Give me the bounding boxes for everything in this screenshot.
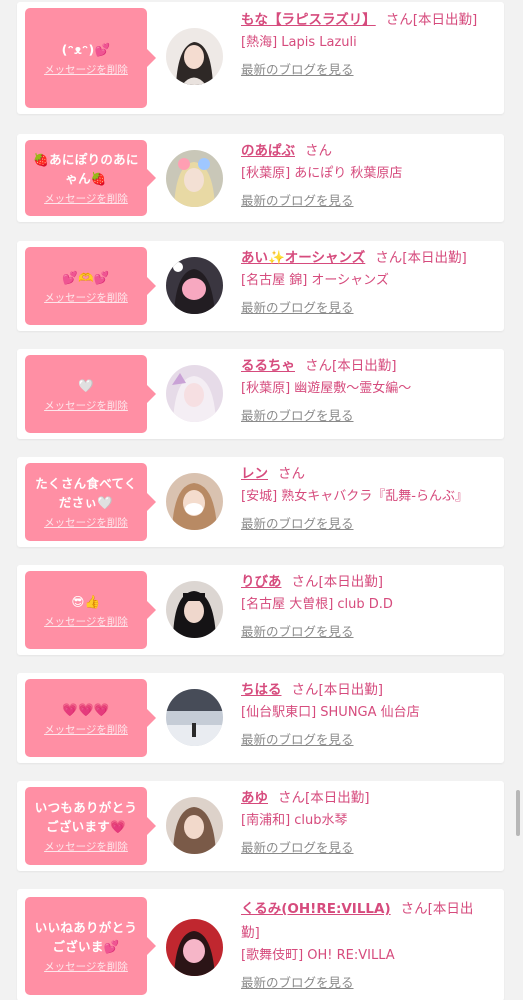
latest-blog-link[interactable]: 最新のブログを見る	[241, 838, 354, 858]
latest-blog-link[interactable]: 最新のブログを見る	[241, 191, 354, 211]
message-bubble: 🤍 メッセージを削除	[25, 355, 156, 433]
message-bubble: 💕🫶💕 メッセージを削除	[25, 247, 156, 325]
list-item: 💕🫶💕 メッセージを削除 あい✨オーシャンズ さん[本日出勤] [名古屋 錦] オ…	[17, 241, 504, 331]
avatar[interactable]	[166, 797, 223, 854]
avatar[interactable]	[166, 919, 223, 976]
delete-message-link[interactable]: メッセージを削除	[44, 515, 128, 530]
latest-blog-link[interactable]: 最新のブログを見る	[241, 298, 354, 318]
message-text: たくさん食べてくださぃ🤍	[35, 476, 137, 510]
list-item: いつもありがとうございます💗 メッセージを削除 あゆ さん[本日出勤] [南浦和]…	[17, 781, 504, 871]
cast-info: りびあ さん[本日出勤] [名古屋 大曽根] club D.D 最新のブログを見る	[241, 570, 491, 642]
cast-info: レン さん [安城] 熟女キャバクラ『乱舞-らんぶ』 最新のブログを見る	[241, 462, 491, 534]
cast-name-link[interactable]: レン	[241, 466, 268, 482]
shop-info: [安城] 熟女キャバクラ『乱舞-らんぶ』	[241, 489, 468, 504]
delete-message-link[interactable]: メッセージを削除	[44, 614, 128, 629]
cast-name-link[interactable]: るるちゃ	[241, 358, 295, 374]
cast-info: あい✨オーシャンズ さん[本日出勤] [名古屋 錦] オーシャンズ 最新のブログを…	[241, 246, 491, 318]
cast-info: のあぱぶ さん [秋葉原] あにぽり 秋葉原店 最新のブログを見る	[241, 139, 491, 211]
list-item: たくさん食べてくださぃ🤍 メッセージを削除 レン さん [安城] 熟女キャバクラ『…	[17, 457, 504, 547]
shop-info: [南浦和] club水琴	[241, 813, 348, 828]
shop-info: [歌舞伎町] OH! RE:VILLA	[241, 948, 395, 963]
cast-info: もな【ラピスラズリ】 さん[本日出勤] [熱海] Lapis Lazuli 最新の…	[241, 8, 491, 80]
message-text: いつもありがとうございます💗	[34, 800, 138, 834]
list-item: いいねありがとうございま💕 メッセージを削除 くるみ(OH!RE:VILLA) さ…	[17, 889, 504, 1000]
message-bubble: 🍓あにぽりのあにゃん🍓 メッセージを削除	[25, 140, 156, 216]
message-text: 💕🫶💕	[62, 269, 110, 285]
shop-info: [秋葉原] あにぽり 秋葉原店	[241, 166, 403, 181]
cast-info: るるちゃ さん[本日出勤] [秋葉原] 幽遊屋敷〜霊女編〜 最新のブログを見る	[241, 354, 491, 426]
shop-info: [秋葉原] 幽遊屋敷〜霊女編〜	[241, 381, 412, 396]
shop-info: [名古屋 錦] オーシャンズ	[241, 273, 389, 288]
cast-name-link[interactable]: もな【ラピスラズリ】	[241, 12, 376, 28]
cast-info: くるみ(OH!RE:VILLA) さん[本日出勤] [歌舞伎町] OH! RE:V…	[241, 897, 491, 993]
message-bubble: (ᵔᴥᵔ)💕 メッセージを削除	[25, 8, 156, 108]
delete-message-link[interactable]: メッセージを削除	[44, 398, 128, 413]
list-item: 🍓あにぽりのあにゃん🍓 メッセージを削除 のあぱぶ さん [秋葉原] あにぽり 秋…	[17, 134, 504, 222]
avatar[interactable]	[166, 473, 223, 530]
scrollbar[interactable]	[516, 790, 520, 836]
latest-blog-link[interactable]: 最新のブログを見る	[241, 622, 354, 642]
shop-info: [名古屋 大曽根] club D.D	[241, 597, 393, 612]
delete-message-link[interactable]: メッセージを削除	[44, 290, 128, 305]
message-text: 🤍	[78, 377, 94, 393]
message-bubble: たくさん食べてくださぃ🤍 メッセージを削除	[25, 463, 156, 541]
message-bubble: いつもありがとうございます💗 メッセージを削除	[25, 787, 156, 865]
cast-suffix: さん[本日出勤]	[278, 790, 370, 806]
delete-message-link[interactable]: メッセージを削除	[44, 62, 128, 77]
cast-suffix: さん[本日出勤]	[385, 12, 478, 28]
list-item: 💗💗💗 メッセージを削除 ちはる さん[本日出勤] [仙台駅東口] SHUNGA …	[17, 673, 504, 763]
message-bubble: 💗💗💗 メッセージを削除	[25, 679, 156, 757]
message-text: 💗💗💗	[62, 701, 110, 717]
latest-blog-link[interactable]: 最新のブログを見る	[241, 60, 354, 80]
cast-suffix: さん	[278, 466, 305, 482]
delete-message-link[interactable]: メッセージを削除	[44, 959, 128, 974]
message-text: いいねありがとうございま💕	[34, 920, 138, 954]
cast-name-link[interactable]: あい✨オーシャンズ	[241, 250, 365, 266]
cast-info: ちはる さん[本日出勤] [仙台駅東口] SHUNGA 仙台店 最新のブログを見る	[241, 678, 491, 750]
cast-name-link[interactable]: りびあ	[241, 574, 282, 590]
cast-name-link[interactable]: くるみ(OH!RE:VILLA)	[241, 901, 391, 917]
latest-blog-link[interactable]: 最新のブログを見る	[241, 730, 354, 750]
delete-message-link[interactable]: メッセージを削除	[44, 191, 128, 206]
cast-name-link[interactable]: あゆ	[241, 790, 268, 806]
latest-blog-link[interactable]: 最新のブログを見る	[241, 406, 354, 426]
message-bubble: 😎👍 メッセージを削除	[25, 571, 156, 649]
avatar[interactable]	[166, 365, 223, 422]
cast-name-link[interactable]: ちはる	[241, 682, 282, 698]
avatar[interactable]	[166, 581, 223, 638]
avatar[interactable]	[166, 150, 223, 207]
cast-name-link[interactable]: のあぱぶ	[241, 143, 295, 159]
message-bubble: いいねありがとうございま💕 メッセージを削除	[25, 897, 156, 995]
avatar[interactable]	[166, 689, 223, 746]
latest-blog-link[interactable]: 最新のブログを見る	[241, 973, 354, 993]
avatar[interactable]	[166, 28, 223, 85]
list-item: (ᵔᴥᵔ)💕 メッセージを削除 もな【ラピスラズリ】 さん[本日出勤] [熱海] …	[17, 2, 504, 114]
cast-suffix: さん[本日出勤]	[291, 682, 384, 698]
list-item: 😎👍 メッセージを削除 りびあ さん[本日出勤] [名古屋 大曽根] club D…	[17, 565, 504, 655]
cast-suffix: さん[本日出勤]	[291, 574, 384, 590]
message-text: 🍓あにぽりのあにゃん🍓	[33, 152, 139, 186]
cast-info: あゆ さん[本日出勤] [南浦和] club水琴 最新のブログを見る	[241, 786, 491, 858]
latest-blog-link[interactable]: 最新のブログを見る	[241, 514, 354, 534]
message-text: 😎👍	[71, 593, 101, 609]
shop-info: [熱海] Lapis Lazuli	[241, 35, 357, 50]
list-item: 🤍 メッセージを削除 るるちゃ さん[本日出勤] [秋葉原] 幽遊屋敷〜霊女編〜 …	[17, 349, 504, 439]
shop-info: [仙台駅東口] SHUNGA 仙台店	[241, 705, 420, 720]
message-list: (ᵔᴥᵔ)💕 メッセージを削除 もな【ラピスラズリ】 さん[本日出勤] [熱海] …	[0, 0, 523, 1000]
delete-message-link[interactable]: メッセージを削除	[44, 839, 128, 854]
cast-suffix: さん	[305, 143, 332, 159]
cast-suffix: さん[本日出勤]	[375, 250, 467, 266]
cast-suffix: さん[本日出勤]	[305, 358, 397, 374]
delete-message-link[interactable]: メッセージを削除	[44, 722, 128, 737]
message-text: (ᵔᴥᵔ)💕	[61, 41, 111, 57]
avatar[interactable]	[166, 257, 223, 314]
